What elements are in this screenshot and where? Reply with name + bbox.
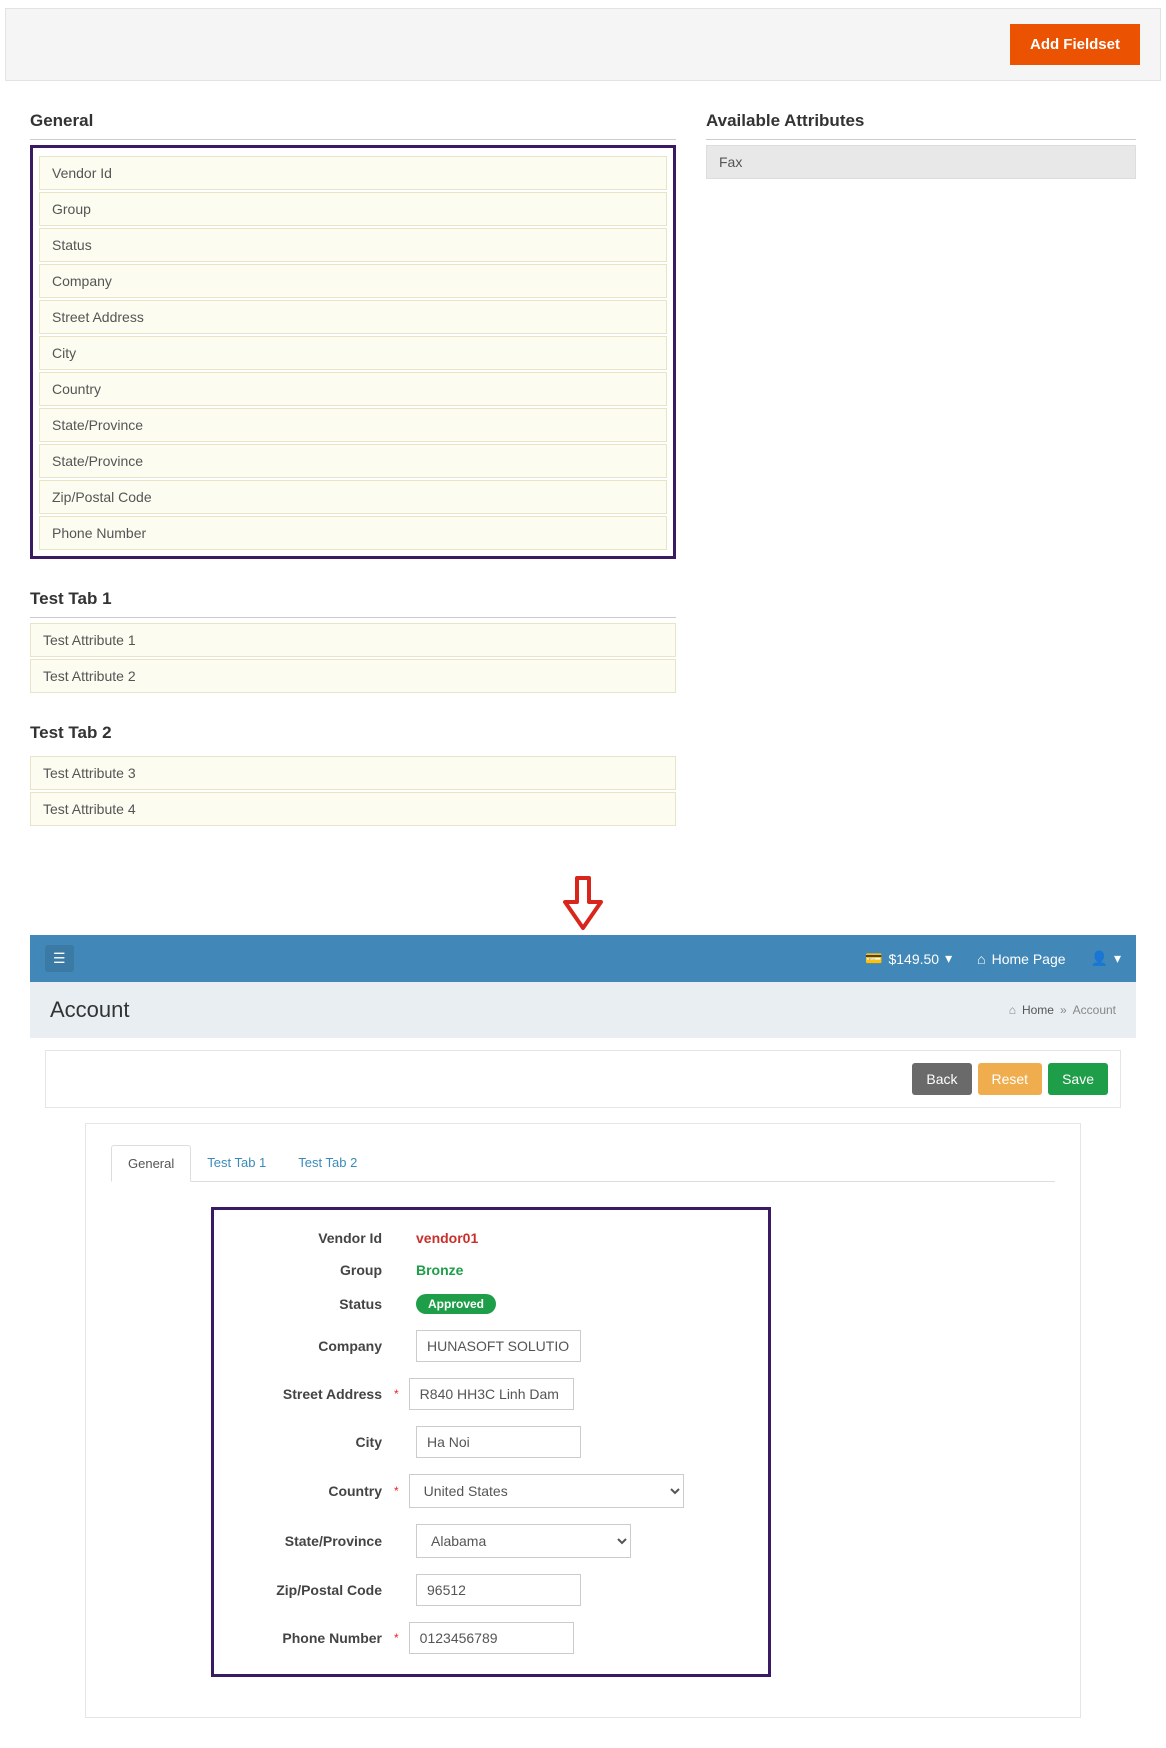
embedded-app: ☰ 💳 $149.50 ▾ ⌂ Home Page 👤 ▾ Account ⌂ … [30,935,1136,1718]
state-select[interactable]: Alabama [416,1524,631,1558]
card-icon: 💳 [865,950,882,967]
tab-testtab2[interactable]: Test Tab 2 [282,1145,373,1182]
attr-test-4[interactable]: Test Attribute 4 [30,792,676,826]
label-company: Company [239,1338,394,1354]
app-header: Account ⌂ Home » Account [30,982,1136,1038]
label-group: Group [239,1262,394,1278]
city-field[interactable] [416,1426,581,1458]
attr-company[interactable]: Company [39,264,667,298]
label-zip: Zip/Postal Code [239,1582,394,1598]
caret-down-icon: ▾ [945,950,952,967]
breadcrumb-home[interactable]: Home [1022,1003,1054,1017]
back-button[interactable]: Back [912,1063,971,1095]
company-field[interactable] [416,1330,581,1362]
section-title-testtab2: Test Tab 2 [30,723,676,751]
home-icon: ⌂ [977,951,985,967]
reset-button[interactable]: Reset [978,1063,1043,1095]
attr-test-2[interactable]: Test Attribute 2 [30,659,676,693]
label-phone: Phone Number [239,1630,394,1646]
attr-state-1[interactable]: State/Province [39,408,667,442]
tabs: General Test Tab 1 Test Tab 2 [111,1144,1055,1182]
attr-zip[interactable]: Zip/Postal Code [39,480,667,514]
dashboard-icon: ⌂ [1009,1003,1016,1017]
user-icon: 👤 [1091,950,1108,967]
arrow-down-icon [0,876,1166,930]
attr-street[interactable]: Street Address [39,300,667,334]
tab-testtab1[interactable]: Test Tab 1 [191,1145,282,1182]
testtab1-attribute-list: Test Attribute 1 Test Attribute 2 [30,623,676,693]
label-vendor-id: Vendor Id [239,1230,394,1246]
breadcrumb-current: Account [1073,1003,1116,1017]
label-state: State/Province [239,1533,394,1549]
testtab2-attribute-list: Test Attribute 3 Test Attribute 4 [30,756,676,826]
value-vendor-id: vendor01 [416,1230,478,1246]
caret-down-icon: ▾ [1114,950,1121,967]
attr-country[interactable]: Country [39,372,667,406]
section-title-general: General [30,111,676,140]
label-city: City [239,1434,394,1450]
section-title-testtab1: Test Tab 1 [30,589,676,618]
user-menu[interactable]: 👤 ▾ [1091,950,1121,967]
form-area: Vendor Id vendor01 Group Bronze Status A… [211,1207,771,1677]
general-attribute-list: Vendor Id Group Status Company Street Ad… [30,145,676,559]
save-button[interactable]: Save [1048,1063,1108,1095]
country-select[interactable]: United States [409,1474,684,1508]
label-street: Street Address [239,1386,394,1402]
attr-state-2[interactable]: State/Province [39,444,667,478]
status-badge: Approved [416,1294,496,1314]
zip-field[interactable] [416,1574,581,1606]
attr-vendor-id[interactable]: Vendor Id [39,156,667,190]
phone-field[interactable] [409,1622,574,1654]
attr-status[interactable]: Status [39,228,667,262]
attr-test-3[interactable]: Test Attribute 3 [30,756,676,790]
available-attr-fax[interactable]: Fax [706,145,1136,179]
breadcrumb: ⌂ Home » Account [1009,1003,1116,1017]
street-field[interactable] [409,1378,574,1410]
toolbar: Add Fieldset [5,8,1161,81]
attr-test-1[interactable]: Test Attribute 1 [30,623,676,657]
attr-city[interactable]: City [39,336,667,370]
section-title-available: Available Attributes [706,111,1136,140]
actions-bar: Back Reset Save [45,1050,1121,1108]
hamburger-icon[interactable]: ☰ [45,945,74,972]
page-title: Account [50,997,130,1023]
attr-group[interactable]: Group [39,192,667,226]
home-page-link[interactable]: ⌂ Home Page [977,951,1065,967]
home-page-label: Home Page [992,951,1066,967]
add-fieldset-button[interactable]: Add Fieldset [1010,24,1140,65]
app-topbar: ☰ 💳 $149.50 ▾ ⌂ Home Page 👤 ▾ [30,935,1136,982]
balance-value: $149.50 [888,951,939,967]
balance-button[interactable]: 💳 $149.50 ▾ [865,950,952,967]
tab-general[interactable]: General [111,1145,191,1182]
content-panel: General Test Tab 1 Test Tab 2 Vendor Id … [85,1123,1081,1718]
label-country: Country [239,1483,394,1499]
attr-phone[interactable]: Phone Number [39,516,667,550]
value-group: Bronze [416,1262,463,1278]
breadcrumb-separator: » [1060,1003,1067,1017]
label-status: Status [239,1296,394,1312]
